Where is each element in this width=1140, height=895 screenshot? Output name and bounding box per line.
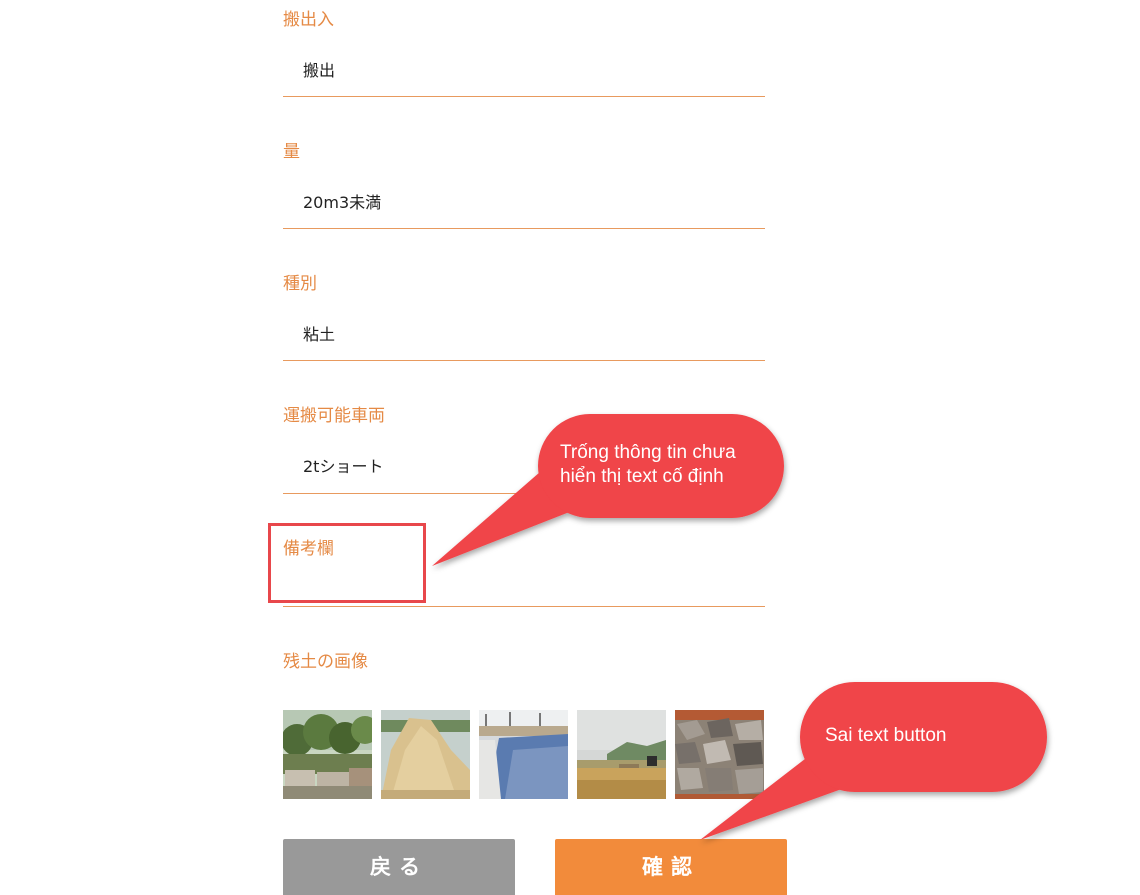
- callout-text-empty-notes-line2: hiển thị text cố định: [560, 466, 724, 487]
- callout-text-wrong-button: Sai text button: [825, 725, 947, 746]
- callout-bubble-empty-notes: [432, 414, 784, 566]
- callout-text-empty-notes-line1: Trống thông tin chưa: [560, 442, 736, 463]
- callout-bubble-wrong-button-text: [700, 682, 1047, 840]
